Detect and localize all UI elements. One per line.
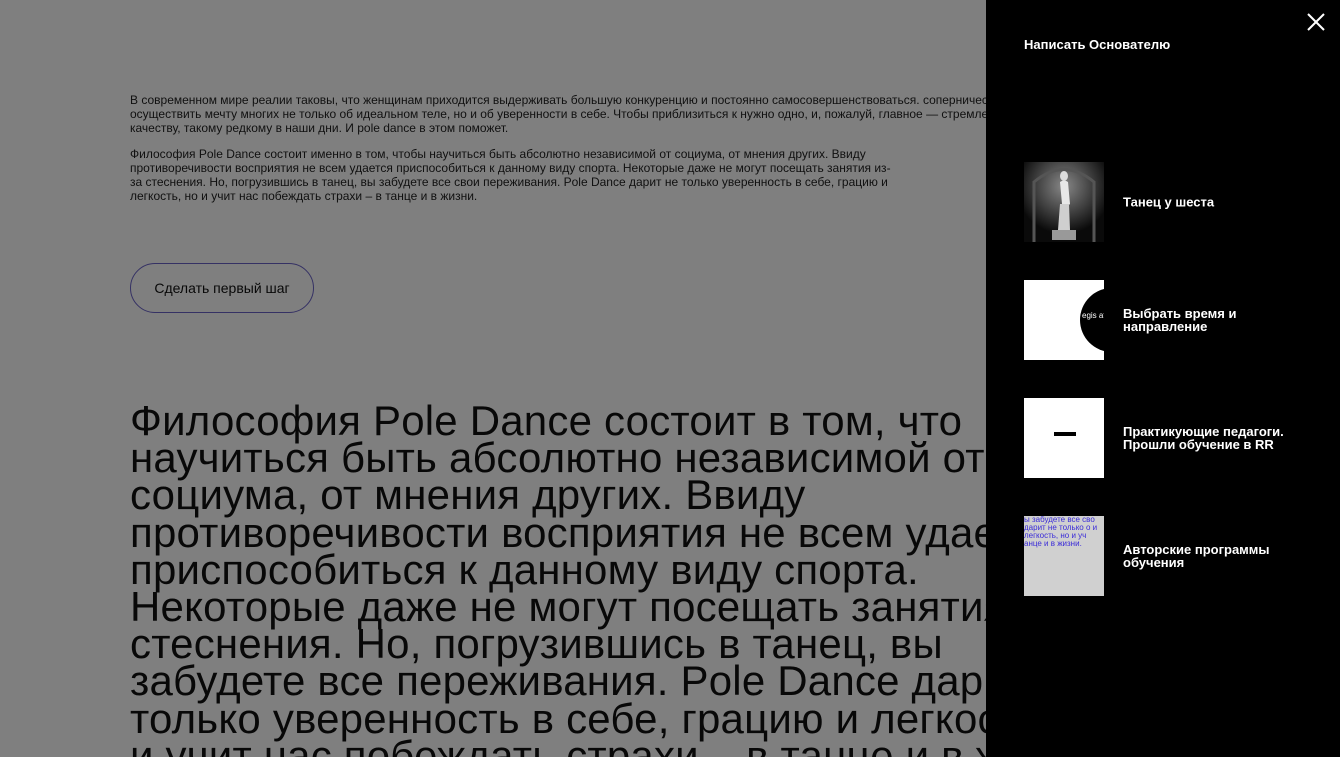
- write-founder-link[interactable]: Написать Основателю: [1024, 37, 1170, 52]
- menu-item-teachers[interactable]: Практикующие педагоги. Прошли обучение в…: [1024, 398, 1324, 478]
- text-snippet-thumbnail: ы забудете все сво дарит не только о и л…: [1024, 516, 1104, 596]
- register-logo-text: egis ation: [1082, 311, 1104, 320]
- menu-item-label: Танец у шеста: [1123, 194, 1215, 210]
- menu-item-label: Практикующие педагоги. Прошли обучение в…: [1123, 424, 1284, 452]
- statue-photo-thumbnail: [1024, 162, 1104, 242]
- white-card-thumbnail: [1024, 398, 1104, 478]
- side-menu-panel: Написать Основателю Танец у шеста egis a…: [986, 0, 1340, 757]
- menu-item-author-programs[interactable]: ы забудете все сво дарит не только о и л…: [1024, 516, 1324, 596]
- register-logo-thumbnail: egis ation: [1024, 280, 1104, 360]
- menu-item-label: Выбрать время и направление: [1123, 306, 1237, 334]
- menu-item-choose-time[interactable]: egis ation Выбрать время и направление: [1024, 280, 1324, 360]
- close-icon[interactable]: [1304, 10, 1328, 34]
- menu-item-label: Авторские программы обучения: [1123, 542, 1270, 570]
- menu-item-pole-dance[interactable]: Танец у шеста: [1024, 162, 1324, 242]
- text-snippet: ы забудете все сво дарит не только о и л…: [1024, 516, 1098, 548]
